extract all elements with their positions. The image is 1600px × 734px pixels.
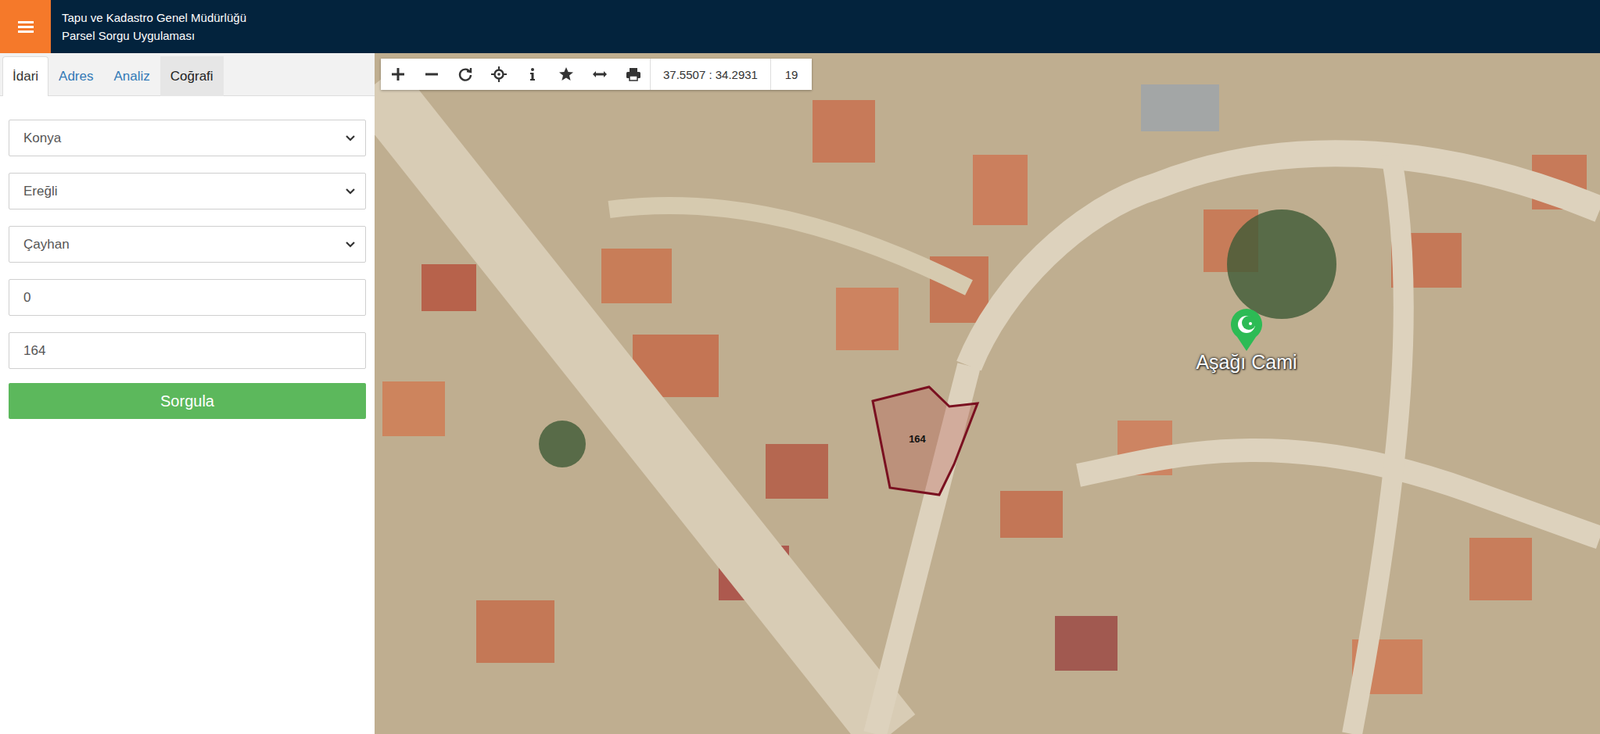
main-area: İdariAdresAnalizCoğrafi Konya Ereğli Çay… xyxy=(0,53,1600,734)
zoom-out-icon xyxy=(423,66,440,83)
info-button[interactable] xyxy=(515,58,549,90)
select-value: Konya xyxy=(23,130,61,147)
select-value: Ereğli xyxy=(23,183,58,200)
measure-icon xyxy=(591,66,608,83)
measure-button[interactable] xyxy=(582,58,617,90)
satellite-imagery: 164 xyxy=(374,53,1600,734)
locate-button[interactable] xyxy=(481,58,516,90)
zoom-out-button[interactable] xyxy=(414,58,449,90)
tab[interactable]: İdari xyxy=(2,56,49,97)
title-line: Tapu ve Kadastro Genel Müdürlüğü xyxy=(61,8,247,27)
select-field[interactable]: Çayhan xyxy=(8,226,366,263)
app-title: Tapu ve Kadastro Genel MüdürlüğüParsel S… xyxy=(50,0,247,54)
tab[interactable]: Adres xyxy=(48,56,104,97)
app: Tapu ve Kadastro Genel MüdürlüğüParsel S… xyxy=(0,0,1600,734)
query-form: Konya Ereğli Çayhan 0 164 Sorgula xyxy=(0,96,375,420)
coordinates-display: 37.5507 : 34.2931 xyxy=(649,58,771,90)
top-bar: Tapu ve Kadastro Genel MüdürlüğüParsel S… xyxy=(0,0,1600,54)
zoom-in-button[interactable] xyxy=(380,58,415,90)
tab[interactable]: Coğrafi xyxy=(160,56,224,97)
select-value: Çayhan xyxy=(23,236,70,253)
favorite-button[interactable] xyxy=(548,58,583,90)
print-button[interactable] xyxy=(616,58,650,90)
chevron-down-icon xyxy=(344,134,356,143)
print-icon xyxy=(625,66,642,83)
tab[interactable]: Analiz xyxy=(104,56,161,97)
side-panel: İdariAdresAnalizCoğrafi Konya Ereğli Çay… xyxy=(0,53,375,734)
title-line: Parsel Sorgu Uygulaması xyxy=(61,26,247,45)
favorite-icon xyxy=(558,66,574,83)
refresh-icon xyxy=(457,66,474,83)
locate-icon xyxy=(491,66,507,83)
input-value: 164 xyxy=(23,343,46,359)
zoom-in-icon xyxy=(390,66,406,83)
text-input[interactable]: 164 xyxy=(8,332,366,370)
map[interactable]: 164 Aşağı Cami 37.5507 : 34.2931 19 xyxy=(374,53,1600,734)
place-label: Aşağı Cami xyxy=(1195,351,1297,374)
select-field[interactable]: Konya xyxy=(8,119,366,157)
map-place[interactable]: Aşağı Cami xyxy=(1180,307,1314,374)
input-value: 0 xyxy=(23,290,31,306)
chevron-down-icon xyxy=(344,240,356,249)
text-input[interactable]: 0 xyxy=(8,279,366,316)
refresh-button[interactable] xyxy=(448,58,482,90)
select-field[interactable]: Ereğli xyxy=(8,172,366,210)
menu-button[interactable] xyxy=(0,0,51,54)
tab-bar: İdariAdresAnalizCoğrafi xyxy=(0,53,375,97)
query-button[interactable]: Sorgula xyxy=(8,383,366,420)
mosque-pin-icon xyxy=(1229,307,1264,353)
parcel-label: 164 xyxy=(908,433,926,445)
info-icon xyxy=(524,66,541,83)
parcel-outline[interactable] xyxy=(872,387,978,496)
chevron-down-icon xyxy=(344,187,356,196)
hamburger-icon xyxy=(17,20,34,33)
map-toolbar: 37.5507 : 34.2931 19 xyxy=(380,58,812,90)
zoom-level: 19 xyxy=(770,58,812,90)
